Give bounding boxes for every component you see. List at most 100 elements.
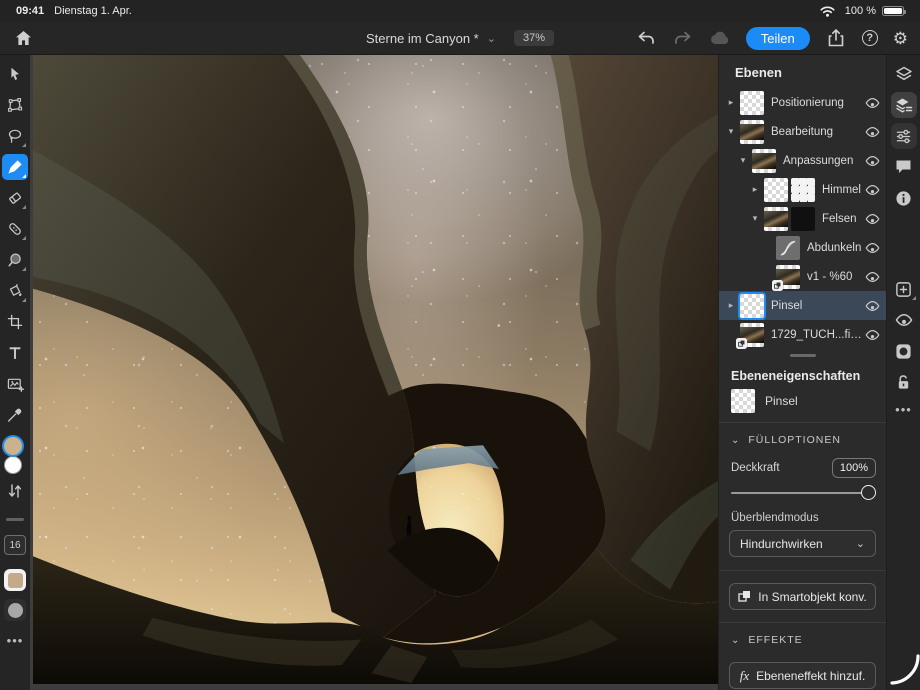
canvas-artwork	[33, 55, 718, 684]
crop-tool[interactable]	[2, 309, 28, 335]
document-canvas[interactable]	[30, 55, 718, 690]
layer-expander[interactable]: ▾	[749, 213, 761, 224]
healing-brush-tool[interactable]	[2, 216, 28, 242]
layer-properties-section: Ebeneneigenschaften Pinsel ⌄ FÜLLOPTIONE…	[719, 361, 886, 690]
background-color-chip[interactable]	[4, 456, 22, 474]
brush-size-badge[interactable]: 16	[4, 535, 26, 555]
convert-smart-object-button[interactable]: In Smartobjekt konv.	[729, 583, 876, 610]
settings-gear-button[interactable]: ⚙	[893, 30, 908, 47]
blend-mode-label: Überblendmodus	[731, 512, 819, 524]
comments-button[interactable]	[891, 154, 917, 180]
properties-title: Ebeneneigenschaften	[731, 369, 861, 383]
effects-header[interactable]: ⌄ EFFEKTE	[719, 623, 886, 654]
share-teilen-button[interactable]: Teilen	[745, 26, 810, 50]
toolbar-drag-handle[interactable]	[6, 518, 24, 521]
right-taskbar: •••	[886, 55, 920, 690]
blend-mode-dropdown[interactable]: Hindurchwirken ⌄	[729, 530, 876, 557]
layer-name: Pinsel	[771, 299, 803, 312]
home-button[interactable]	[12, 27, 34, 49]
brush-color-fill	[7, 572, 23, 588]
foreground-color-chip[interactable]	[4, 437, 22, 455]
clone-stamp-tool[interactable]	[2, 247, 28, 273]
layer-visibility-toggle[interactable]	[865, 300, 880, 312]
chevron-down-icon: ⌄	[855, 538, 865, 550]
opacity-value-field[interactable]: 100%	[831, 458, 876, 478]
layer-expander[interactable]: ▸	[725, 97, 737, 108]
export-share-icon[interactable]	[825, 27, 847, 49]
layer-row[interactable]: ▾ Felsen	[719, 204, 886, 233]
transform-tool[interactable]	[2, 92, 28, 118]
layer-name: 1729_TUCH...final-NR33	[771, 328, 862, 341]
add-layer-effect-button[interactable]: fx Ebeneneffekt hinzuf.	[729, 662, 876, 689]
layer-visibility-toggle[interactable]	[865, 213, 880, 225]
adjustments-button[interactable]	[890, 123, 917, 149]
smart-object-badge	[736, 337, 747, 349]
fill-options-header[interactable]: ⌄ FÜLLOPTIONEN	[719, 423, 886, 454]
layers-view-button[interactable]	[891, 61, 917, 87]
layer-visibility-toggle[interactable]	[865, 271, 880, 283]
layer-visibility-toggle[interactable]	[865, 155, 880, 167]
layer-visibility-toggle[interactable]	[865, 97, 880, 109]
layer-expander[interactable]: ▸	[725, 300, 737, 311]
layer-thumbnail	[764, 206, 788, 231]
brush-tip-swatch[interactable]	[4, 599, 26, 621]
document-title[interactable]: Sterne im Canyon *	[366, 31, 479, 46]
cloud-sync-icon[interactable]	[709, 27, 731, 49]
eraser-tool[interactable]	[2, 185, 28, 211]
layer-row[interactable]: Abdunkeln	[719, 233, 886, 262]
taskbar-more-icon[interactable]: •••	[895, 402, 912, 417]
layer-row[interactable]: ▸ Himmel	[719, 175, 886, 204]
layer-name: Himmel	[822, 183, 861, 196]
layer-row[interactable]: ▸ Pinsel	[719, 291, 886, 320]
photoshop-ipad-app: 09:41 Dienstag 1. Apr. 100 % Sterne im C…	[0, 0, 920, 690]
eyedropper-tool[interactable]	[2, 402, 28, 428]
layer-thumbnail	[740, 293, 764, 318]
redo-button[interactable]	[672, 27, 694, 49]
layer-visibility-toggle[interactable]	[865, 242, 880, 254]
place-image-tool[interactable]	[2, 371, 28, 397]
properties-layer-thumbnail	[731, 389, 755, 413]
brush-tool[interactable]	[2, 154, 28, 180]
layer-visibility-toggle[interactable]	[865, 329, 880, 341]
layer-visibility-toggle[interactable]	[865, 126, 880, 138]
brush-color-swatch[interactable]	[4, 569, 26, 591]
fill-tool[interactable]	[2, 278, 28, 304]
opacity-slider[interactable]	[731, 482, 876, 504]
mask-button[interactable]	[891, 338, 917, 364]
type-tool[interactable]	[2, 340, 28, 366]
smart-object-badge	[772, 279, 783, 291]
opacity-label: Deckkraft	[731, 462, 780, 474]
lock-button[interactable]	[891, 369, 917, 395]
move-tool[interactable]	[2, 61, 28, 87]
layer-expander[interactable]: ▾	[737, 155, 749, 166]
swap-colors-button[interactable]	[8, 483, 22, 504]
layer-expander[interactable]: ▸	[749, 184, 761, 195]
panel-drag-handle[interactable]	[789, 354, 816, 357]
layer-name: Abdunkeln	[807, 241, 862, 254]
add-layer-button[interactable]	[891, 276, 917, 302]
help-button[interactable]: ?	[861, 30, 878, 46]
layers-panel-title: Ebenen	[735, 65, 782, 80]
layer-visibility-toggle[interactable]	[865, 184, 880, 196]
color-chips[interactable]	[1, 437, 29, 477]
layer-row[interactable]: v1 - %60	[719, 262, 886, 291]
title-chevron-icon: ⌄	[486, 32, 496, 45]
corner-gesture-arc	[890, 653, 920, 690]
layer-expander[interactable]: ▾	[725, 126, 737, 137]
info-button[interactable]	[891, 185, 917, 211]
effects-label: EFFEKTE	[748, 634, 803, 646]
layer-row[interactable]: ▾ Anpassungen	[719, 146, 886, 175]
zoom-level-badge[interactable]: 37%	[513, 30, 554, 46]
layers-list: ▸ Positionierung ▾ Bearbeitung ▾ Anpassungen ▸…	[719, 88, 886, 349]
left-toolbar: 16 •••	[0, 55, 30, 690]
layer-properties-button[interactable]	[890, 92, 917, 118]
layer-row[interactable]: 1729_TUCH...final-NR33	[719, 320, 886, 349]
lasso-tool[interactable]	[2, 123, 28, 149]
layer-name: Felsen	[822, 212, 857, 225]
toolbar-more-icon[interactable]: •••	[7, 633, 24, 648]
undo-button[interactable]	[635, 27, 657, 49]
layer-row[interactable]: ▸ Positionierung	[719, 88, 886, 117]
layer-row[interactable]: ▾ Bearbeitung	[719, 117, 886, 146]
opacity-slider-knob[interactable]	[861, 485, 876, 500]
visibility-button[interactable]	[891, 307, 917, 333]
